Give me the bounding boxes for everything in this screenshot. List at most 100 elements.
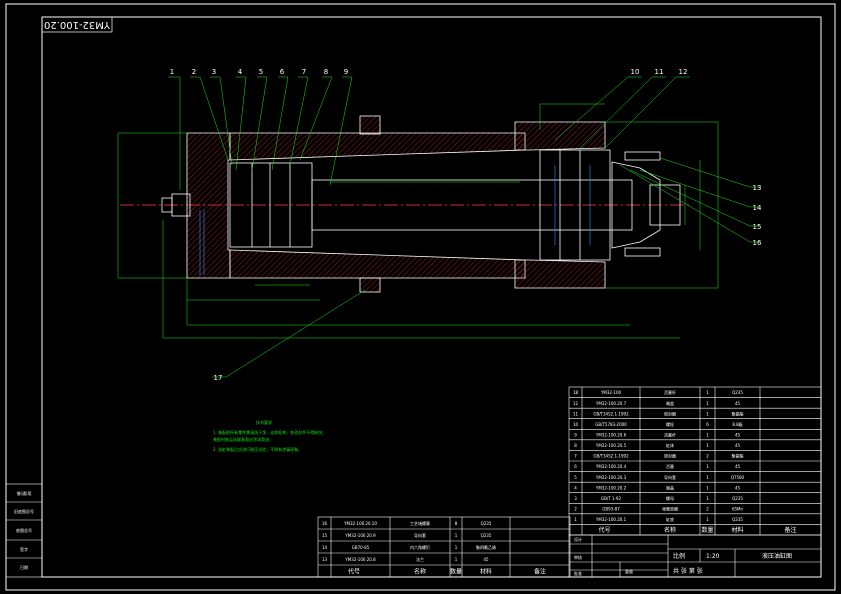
std_list-cell: YM32-100.20.10	[343, 521, 377, 526]
parts_list-cell: 11	[573, 411, 579, 416]
std_list-cell: 1	[455, 545, 458, 550]
parts_list-cell: 2	[574, 506, 577, 511]
parts-list-text: 18 YM32-100 活塞杆 1 Q23512 YM32-100.20.7 端盖 1 4511…	[573, 389, 797, 534]
parts_list-cell: 1	[706, 432, 709, 437]
title-design-label: 设计	[574, 536, 582, 542]
std_list-cell: 工艺堵螺塞	[410, 520, 430, 526]
std_list-cell: Q235	[481, 533, 492, 538]
parts_list-cell: 6	[574, 464, 577, 469]
balloon-5: 5	[259, 68, 263, 76]
parts_list-cell: 1	[706, 443, 709, 448]
lower-bolt	[624, 247, 661, 257]
std_list-cell: 13	[322, 557, 328, 562]
cad-drawing-sheet: YM32-100.20 1 2 3 4 5 6 7 8 9 10 11 12 1…	[5, 3, 836, 591]
parts_list-cell: 1	[706, 401, 709, 406]
parts_list-cell: 螺栓	[666, 421, 674, 427]
std_list-cell: 8	[455, 521, 458, 526]
balloon-2: 2	[192, 68, 196, 76]
barrel-lower	[229, 249, 526, 279]
scale-value: 1:20	[706, 553, 720, 560]
std_list-cell: 45	[483, 557, 489, 562]
stamp-4: 签字	[20, 546, 28, 552]
std_list-cell: 导向套	[414, 532, 426, 538]
parts_list-cell: 密封圈	[664, 453, 676, 459]
notes-title: 技术要求	[256, 419, 272, 425]
parts_list-cell: YM32-100.20.5	[595, 443, 627, 448]
parts_list-cell: Q235	[732, 517, 743, 522]
std_list-cell: 法兰	[416, 556, 424, 562]
parts_list-cell: 活塞杆	[664, 431, 676, 437]
upper-bolt	[624, 151, 661, 161]
std-parts-list-text: 16 YM32-100.20.10 工艺堵螺塞 8 Q235 15 YM32-100.20.…	[322, 520, 546, 575]
notes-line-1: 1. 装配前所有零件需清洗干净，去除毛刺，各密封件不得损伤；	[213, 429, 326, 435]
technical-notes: 技术要求 1. 装配前所有零件需清洗干净，去除毛刺，各密封件不得损伤； 装配时各…	[213, 419, 326, 452]
parts_list-cell: 45	[735, 485, 741, 490]
balloon-17: 17	[214, 374, 223, 382]
parts_list-cell: YM32-100.20.7	[595, 401, 627, 406]
notes-line-3: 2. 油缸装配后应进行耐压试验，不得有渗漏现象。	[213, 446, 302, 452]
parts_list-cell: GB/T 1-92	[601, 496, 621, 501]
std_list-cell: 聚四氟乙烯	[476, 544, 496, 550]
parts_list-cell: 12	[573, 401, 579, 406]
parts_list-cell: 2	[706, 454, 709, 459]
title-approve-label: 批准	[574, 570, 582, 576]
outer-border	[5, 3, 836, 591]
std_list-cell: 15	[322, 533, 328, 538]
parts_list-cell: 1	[706, 411, 709, 416]
parts_list-cell: 1	[706, 485, 709, 490]
std_list-header: 名称	[414, 568, 426, 576]
cylinder-base	[186, 132, 231, 279]
parts_list-cell: 密封圈	[664, 410, 676, 416]
parts_list-cell: 聚氨酯	[732, 453, 744, 459]
sheet-count: 共 张 第 张	[673, 567, 703, 575]
balloon-9: 9	[344, 68, 348, 76]
parts_list-header: 备注	[784, 526, 796, 534]
parts_list-cell: 65Mn	[732, 506, 744, 511]
parts-list	[568, 386, 822, 536]
balloon-10: 10	[631, 68, 640, 76]
parts_list-cell: 端盖	[666, 400, 674, 406]
parts_list-cell: 45	[735, 401, 741, 406]
parts_list-cell: 45	[735, 464, 741, 469]
std_list-header: 材料	[480, 568, 492, 576]
balloon-12: 12	[679, 68, 688, 76]
parts_list-cell: 螺母	[666, 495, 674, 501]
parts_list-cell: 4	[574, 485, 577, 490]
stamp-3: 底图总号	[16, 527, 32, 533]
drawing-number: YM32-100.20	[44, 19, 111, 30]
parts_list-cell: YM32-100.20.6	[595, 432, 627, 437]
balloon-11: 11	[655, 68, 664, 76]
balloon-1: 1	[170, 68, 174, 76]
std_list-header: 备注	[534, 568, 546, 576]
parts_list-cell: 6	[706, 422, 709, 427]
scale-label: 比例	[673, 552, 685, 560]
parts_list-cell: 8.8级	[732, 421, 742, 427]
parts_list-cell: 18	[573, 390, 579, 395]
parts_list-cell: 1	[706, 517, 709, 522]
parts_list-cell: 聚氨酯	[732, 410, 744, 416]
balloon-14: 14	[753, 204, 762, 212]
std_list-cell: YM32-100.20.9	[344, 533, 376, 538]
balloon-3: 3	[212, 68, 216, 76]
std_list-header: 代号	[348, 568, 360, 576]
stamp-5: 日期	[20, 564, 28, 570]
std_list-cell: 16	[322, 521, 328, 526]
parts_list-header: 材料	[731, 526, 743, 534]
balloon-16: 16	[753, 239, 762, 247]
balloon-7: 7	[302, 68, 306, 76]
parts_list-header: 名称	[664, 526, 676, 534]
parts_list-cell: 1	[706, 464, 709, 469]
parts_list-cell: Q235	[732, 496, 743, 501]
stamp-2: 旧底图总号	[14, 508, 34, 514]
head-flange-lower	[514, 259, 606, 289]
balloon-15: 15	[753, 223, 762, 231]
parts_list-cell: GB/T3452.1-1992	[593, 411, 629, 416]
parts_list-cell: YM32-100	[600, 390, 622, 395]
parts_list-header: 代号	[598, 526, 610, 534]
balloon-8: 8	[324, 68, 328, 76]
parts_list-cell: 1	[706, 475, 709, 480]
parts_list-cell: 7	[574, 454, 577, 459]
std_list-cell: 1	[455, 533, 458, 538]
parts_list-cell: 1	[706, 390, 709, 395]
std_list-cell: Q235	[481, 521, 492, 526]
